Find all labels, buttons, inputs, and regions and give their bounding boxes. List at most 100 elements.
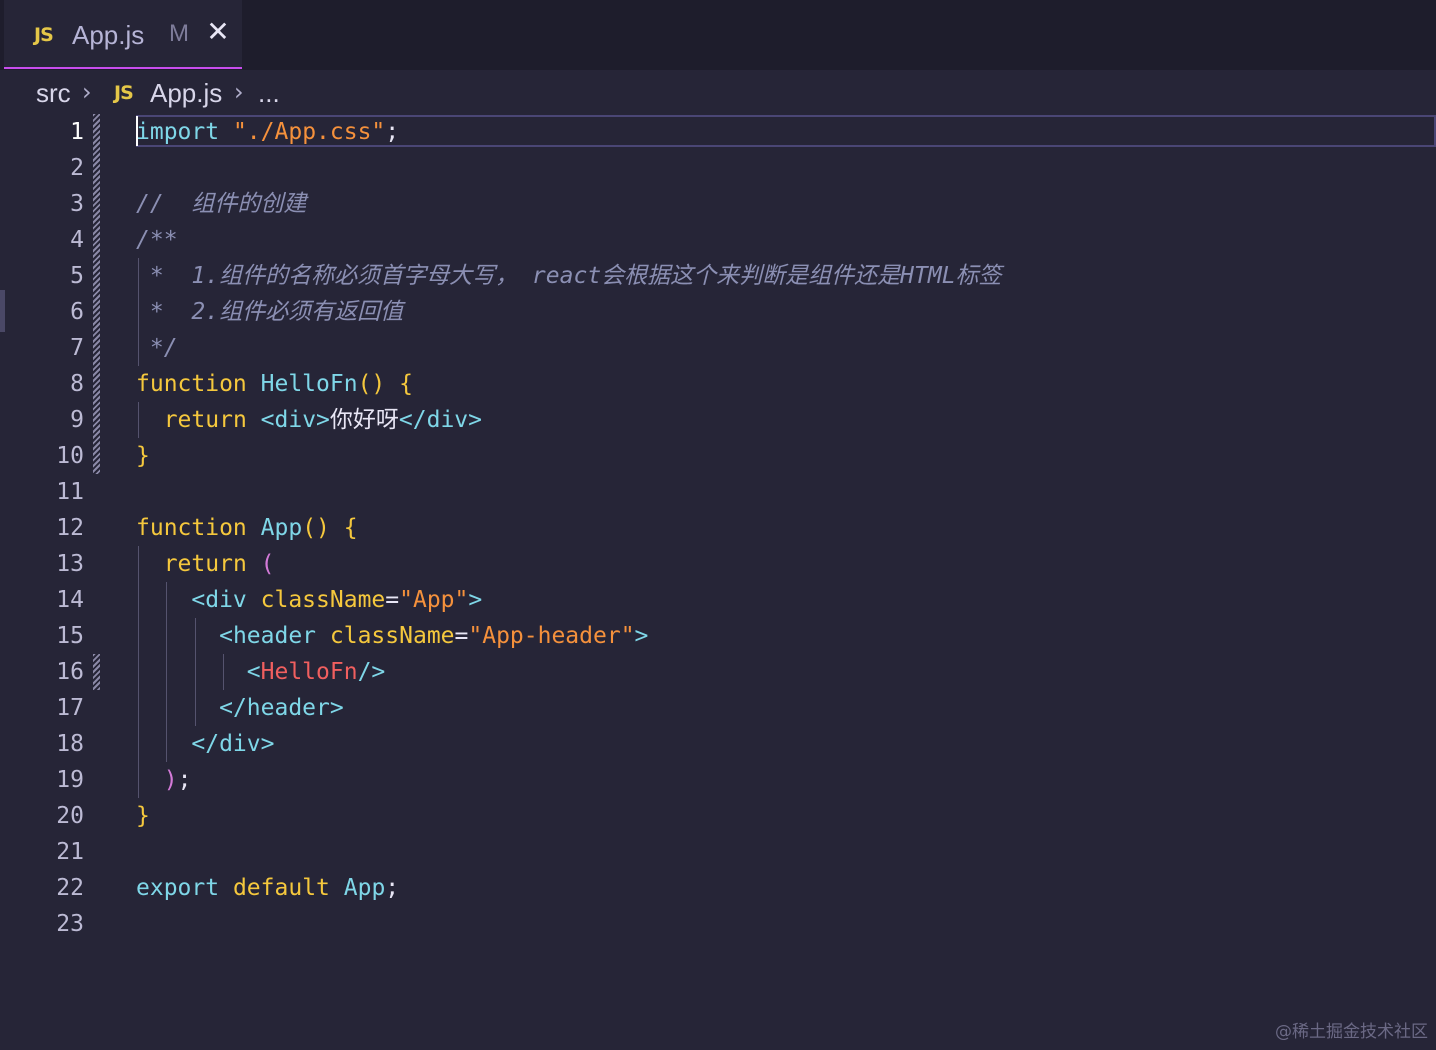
code-line[interactable]: ); [136,762,192,798]
code-line[interactable]: export default App; [136,870,399,906]
code-token: "./App.css" [232,119,386,145]
code-token: App [343,875,386,901]
code-line[interactable]: } [136,438,150,474]
code-token: "App-header" [468,623,635,649]
code-token: /> [357,659,386,685]
code-token: import [136,119,220,145]
code-token: ) [163,767,178,793]
line-number: 3 [70,191,84,217]
breadcrumb-file[interactable]: App.js [150,78,222,109]
code-token: < [246,659,261,685]
tab-app-js[interactable]: JS App.js M ✕ [4,0,242,69]
code-line[interactable]: <div className="App"> [136,582,482,618]
breadcrumb-folder[interactable]: src [36,78,71,109]
chevron-right-icon: › [234,78,244,106]
breadcrumb: src › JS App.js › ... [0,70,1436,114]
line-number: 2 [70,155,84,181]
code-token: () [357,371,386,397]
line-number: 10 [56,443,84,469]
code-token: return [163,407,247,433]
code-token: 你好呀 [329,407,399,433]
line-number: 20 [56,803,84,829]
line-number: 7 [70,335,84,361]
code-token: <div [191,587,247,613]
code-token: default [232,875,330,901]
code-line[interactable]: */ [136,330,178,366]
code-token: */ [136,335,178,361]
line-number: 8 [70,371,84,397]
code-line[interactable]: } [136,798,150,834]
code-line[interactable]: </header> [136,690,344,726]
code-token: * 1.组件的名称必须首字母大写， react会根据这个来判断是组件还是HTML… [136,263,1002,289]
code-token: { [343,515,358,541]
tab-label: App.js [72,20,145,50]
code-token: * 2.组件必须有返回值 [136,299,404,325]
breadcrumb-symbols[interactable]: ... [258,78,280,109]
code-line[interactable]: function App() { [136,510,358,546]
line-number: 11 [56,479,84,505]
code-token: HelloFn [260,659,358,685]
line-number: 23 [56,911,84,937]
code-line[interactable]: * 2.组件必须有返回值 [136,294,403,330]
line-number: 1 [70,119,84,145]
code-token: </header> [219,695,344,721]
line-number: 15 [56,623,84,649]
code-editor[interactable]: 1 2 3 4 5 6 7 8 9 10 11 12 13 14 15 16 17 18 19 20 21 22 23 im… [0,114,1436,1050]
code-token: /** [136,227,178,253]
line-number: 22 [56,875,84,901]
close-icon[interactable]: ✕ [205,17,231,47]
code-line[interactable]: import "./App.css"; [136,114,399,150]
code-line[interactable]: <HelloFn/> [136,654,386,690]
code-line[interactable]: return <div>你好呀</div> [136,402,482,438]
line-number: 12 [56,515,84,541]
code-line[interactable]: return ( [136,546,275,582]
code-token: className [260,587,386,613]
line-number: 4 [70,227,84,253]
code-token: HelloFn [260,371,358,397]
code-token: <div> [260,407,330,433]
code-token: = [385,587,400,613]
modified-indicator: M [169,20,189,47]
code-line[interactable]: <header className="App-header"> [136,618,648,654]
code-line[interactable]: * 1.组件的名称必须首字母大写， react会根据这个来判断是组件还是HTML… [136,258,1002,294]
code-token: ; [177,767,192,793]
code-token: </div> [191,731,275,757]
code-token: ; [385,119,400,145]
code-token: ( [260,551,275,577]
modified-lines-indicator [93,114,100,474]
code-token: // 组件的创建 [136,191,307,217]
code-token: <header [219,623,317,649]
tab-bar: JS App.js M ✕ [0,0,1436,70]
code-token: </div> [398,407,482,433]
code-token: function [136,515,247,541]
code-token: () [302,515,330,541]
line-number: 16 [56,659,84,685]
code-line[interactable]: // 组件的创建 [136,186,306,222]
code-token: App [260,515,303,541]
code-token: ; [385,875,400,901]
code-token: className [329,623,455,649]
code-token: { [399,371,413,397]
code-line[interactable]: /** [136,222,178,258]
line-number: 5 [70,263,84,289]
watermark: @稀土掘金技术社区 [1275,1022,1428,1042]
code-line[interactable]: </div> [136,726,274,762]
code-line[interactable]: function HelloFn() { [136,366,413,402]
line-number: 21 [56,839,84,865]
